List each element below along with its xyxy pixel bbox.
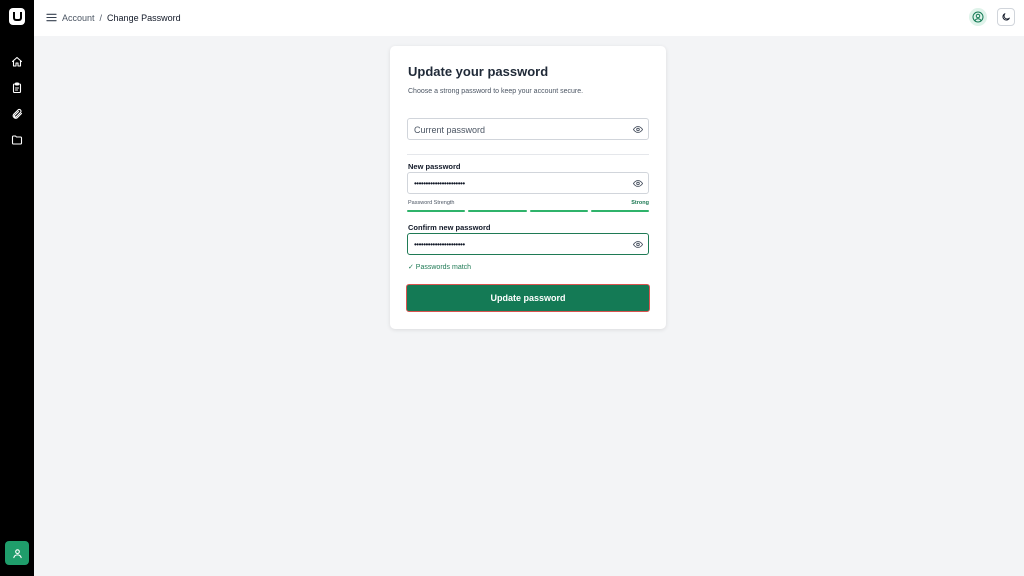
paperclip-icon[interactable]: [9, 106, 25, 122]
app-logo-icon[interactable]: [9, 8, 25, 25]
card-subtitle: Choose a strong password to keep your ac…: [408, 88, 584, 95]
current-password-input[interactable]: [414, 122, 626, 137]
eye-icon[interactable]: [633, 179, 643, 188]
moon-icon[interactable]: [997, 8, 1015, 26]
folder-icon[interactable]: [9, 132, 25, 148]
confirm-password-label: Confirm new password: [408, 223, 491, 232]
card-title: Update your password: [408, 64, 549, 79]
new-password-label: New password: [408, 162, 461, 171]
hamburger-menu-icon[interactable]: [46, 12, 57, 23]
new-password-field: [407, 172, 649, 194]
sidebar: [0, 0, 34, 576]
breadcrumb-account-link[interactable]: Account: [62, 13, 95, 23]
strength-segment: [407, 210, 466, 212]
home-icon[interactable]: [9, 54, 25, 70]
top-bar: Account / Change Password: [34, 0, 1024, 36]
user-icon[interactable]: [5, 541, 29, 565]
section-divider: [407, 154, 649, 155]
breadcrumb: Account / Change Password: [62, 12, 181, 24]
update-password-button[interactable]: Update password: [406, 284, 650, 312]
new-password-input[interactable]: [414, 176, 626, 191]
confirm-password-field: [407, 233, 649, 255]
passwords-match-message: ✓ Passwords match: [408, 264, 472, 271]
eye-icon[interactable]: [633, 240, 643, 249]
strength-segment: [590, 210, 649, 212]
breadcrumb-separator: /: [99, 13, 103, 23]
password-strength-meter: [407, 210, 649, 212]
strength-segment: [468, 210, 527, 212]
confirm-password-input[interactable]: [414, 237, 626, 252]
change-password-card: Update your password Choose a strong pas…: [390, 46, 666, 329]
eye-icon[interactable]: [633, 125, 643, 134]
password-strength-label: Password Strength: [408, 200, 455, 206]
user-circle-icon[interactable]: [969, 8, 987, 26]
breadcrumb-current: Change Password: [107, 13, 181, 23]
password-strength-value: Strong: [631, 200, 649, 206]
clipboard-icon[interactable]: [9, 80, 25, 96]
strength-segment: [529, 210, 588, 212]
current-password-field: [407, 118, 649, 140]
